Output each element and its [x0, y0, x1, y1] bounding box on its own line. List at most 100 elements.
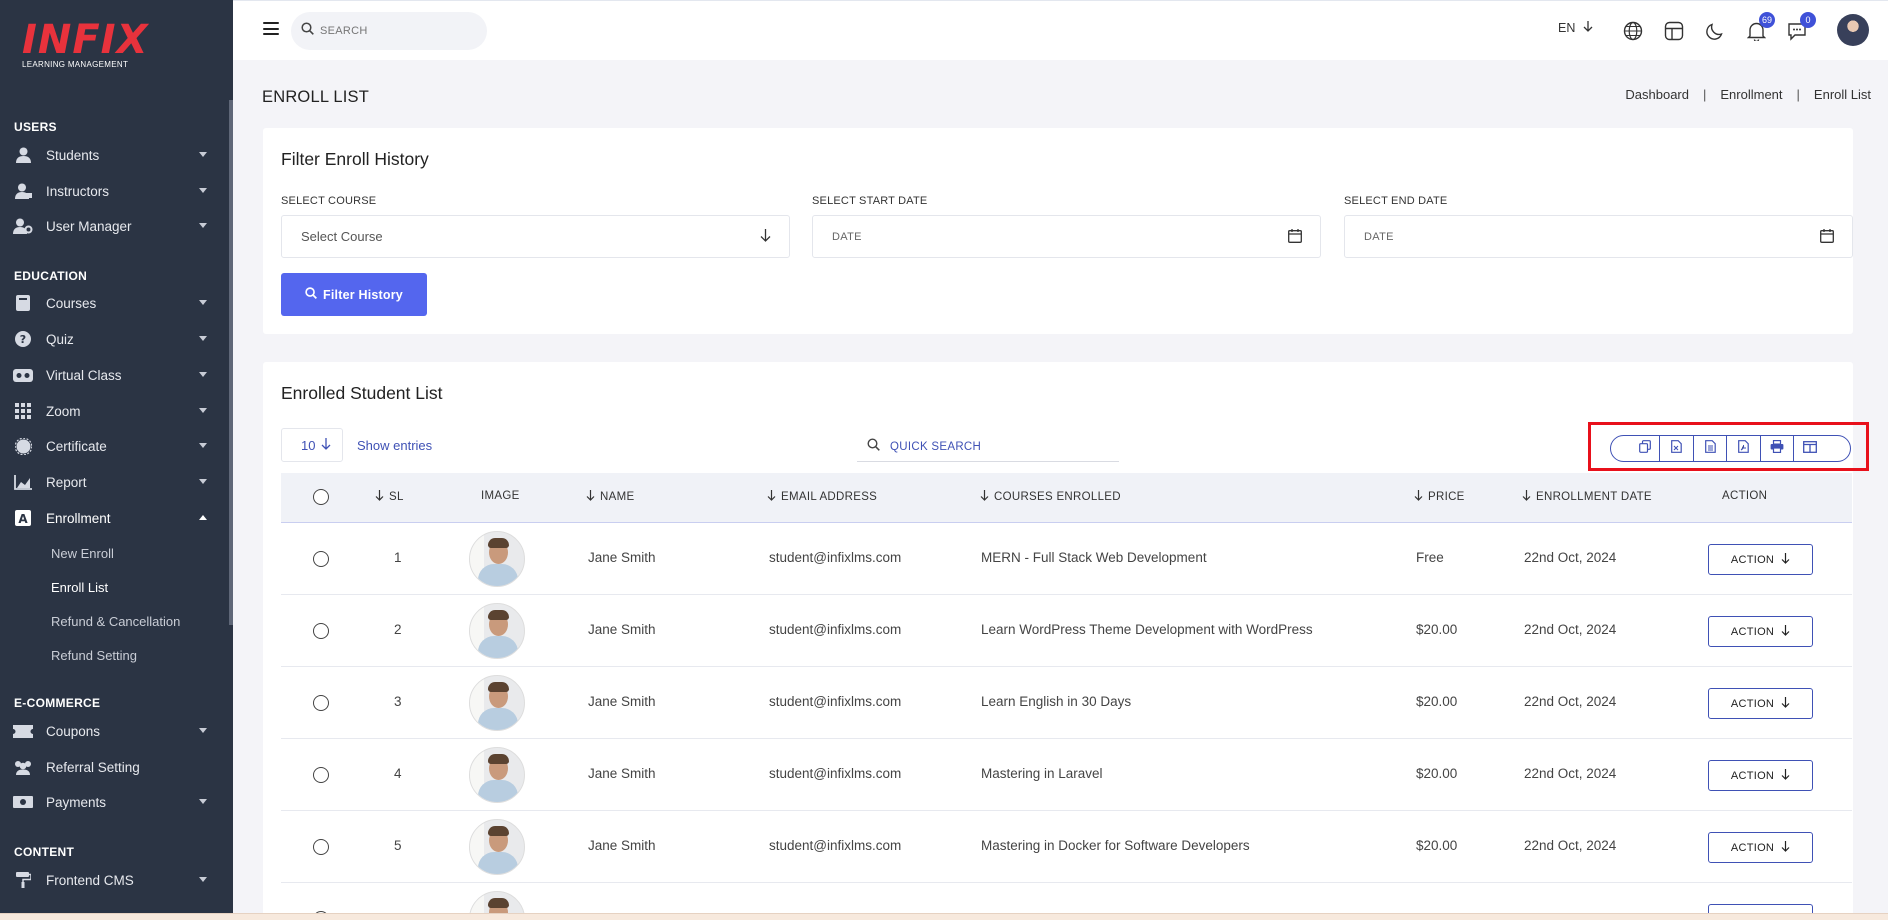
column-email[interactable]: EMAIL ADDRESS [767, 490, 877, 504]
end-date-field[interactable]: DATE [1344, 215, 1853, 258]
breadcrumb-enrollment[interactable]: Enrollment [1720, 87, 1782, 102]
print-button[interactable] [1761, 436, 1795, 461]
column-name[interactable]: NAME [586, 490, 634, 504]
start-date-field[interactable]: DATE [812, 215, 1321, 258]
sidebar-item-quiz[interactable]: ? Quiz [0, 324, 229, 354]
file-pdf-icon [1738, 439, 1749, 458]
filter-history-button[interactable]: Filter History [281, 273, 427, 316]
filter-history-label: Filter History [323, 287, 403, 302]
book-icon [13, 295, 33, 311]
menu-toggle-icon[interactable] [263, 22, 279, 35]
layout-icon[interactable] [1663, 20, 1685, 42]
row-email: student@infixlms.com [769, 550, 902, 565]
row-date: 22nd Oct, 2024 [1524, 766, 1617, 781]
breadcrumb-dashboard[interactable]: Dashboard [1625, 87, 1689, 102]
column-enrollment-date[interactable]: ENROLLMENT DATE [1522, 490, 1652, 504]
excel-button[interactable] [1660, 436, 1694, 461]
sidebar-item-label: Enrollment [46, 510, 111, 526]
chevron-down-icon [199, 223, 207, 228]
column-sl[interactable]: SL [375, 490, 404, 504]
column-image: IMAGE [481, 490, 520, 502]
sidebar-item-referral-setting[interactable]: Referral Setting [0, 752, 229, 782]
pdf-button[interactable] [1727, 436, 1761, 461]
sidebar-scrollbar[interactable] [229, 100, 233, 625]
row-select-radio[interactable] [313, 839, 329, 855]
column-courses[interactable]: COURSES ENROLLED [980, 490, 1121, 504]
row-date: 22nd Oct, 2024 [1524, 550, 1617, 565]
student-avatar [469, 603, 525, 659]
logo[interactable]: INFIX LEARNING MANAGEMENT [22, 18, 148, 69]
calendar-icon[interactable] [1820, 229, 1834, 246]
action-button[interactable]: ACTION [1708, 760, 1813, 791]
column-visibility-button[interactable] [1794, 436, 1850, 461]
sidebar-item-coupons[interactable]: Coupons [0, 716, 229, 746]
language-selector[interactable]: EN [1558, 21, 1593, 35]
users-icon [13, 759, 33, 775]
end-date-label: SELECT END DATE [1344, 195, 1448, 207]
row-date: 22nd Oct, 2024 [1524, 622, 1617, 637]
column-label: PRICE [1428, 491, 1465, 503]
section-ecommerce: E-COMMERCE [14, 696, 101, 710]
student-avatar [469, 891, 525, 913]
row-price: $20.00 [1416, 694, 1458, 709]
end-date-placeholder: DATE [1364, 230, 1394, 243]
action-button[interactable] [1708, 904, 1813, 913]
sidebar-item-report[interactable]: Report [0, 467, 229, 497]
sidebar-item-students[interactable]: Students [0, 140, 229, 170]
entries-select[interactable]: 10 [281, 428, 343, 462]
bottom-strip [0, 913, 1888, 920]
row-select-radio[interactable] [313, 551, 329, 567]
breadcrumb-separator: | [1703, 87, 1707, 102]
course-select[interactable]: Select Course [281, 215, 790, 258]
enrolled-list-title: Enrolled Student List [281, 383, 443, 403]
breadcrumb-enroll-list[interactable]: Enroll List [1814, 87, 1871, 102]
action-button[interactable]: ACTION [1708, 616, 1813, 647]
bell-icon[interactable]: 69 [1745, 12, 1775, 42]
action-button[interactable]: ACTION [1708, 544, 1813, 575]
globe-icon[interactable] [1622, 20, 1644, 42]
row-name: Jane Smith [588, 838, 656, 853]
row-select-radio[interactable] [313, 623, 329, 639]
select-all-radio[interactable] [313, 489, 329, 505]
sidebar-item-virtual-class[interactable]: Virtual Class [0, 360, 229, 390]
row-name: Jane Smith [588, 694, 656, 709]
student-avatar [469, 819, 525, 875]
row-select-radio[interactable] [313, 767, 329, 783]
arrow-down-icon [1414, 490, 1423, 504]
action-label: ACTION [1730, 769, 1775, 782]
search-input[interactable] [320, 25, 470, 37]
csv-button[interactable] [1694, 436, 1728, 461]
action-button[interactable]: ACTION [1708, 688, 1813, 719]
student-avatar [469, 747, 525, 803]
sidebar-item-label: Courses [46, 295, 97, 311]
sidebar-item-instructors[interactable]: Instructors [0, 176, 229, 206]
sidebar-item-frontend-cms[interactable]: Frontend CMS [0, 865, 229, 895]
row-select-radio[interactable] [313, 695, 329, 711]
action-button[interactable]: ACTION [1708, 832, 1813, 863]
sidebar-item-courses[interactable]: Courses [0, 288, 229, 318]
calendar-icon[interactable] [1288, 229, 1302, 246]
moon-icon[interactable] [1704, 20, 1726, 42]
global-search[interactable] [291, 12, 487, 50]
chart-area-icon [13, 474, 33, 490]
user-avatar[interactable] [1837, 14, 1869, 46]
sidebar-subitem-new-enroll[interactable]: New Enroll [51, 546, 114, 561]
sidebar-item-certificate[interactable]: Certificate [0, 431, 229, 461]
quick-search-input[interactable] [890, 440, 1090, 453]
chat-icon[interactable]: 0 [1786, 12, 1816, 42]
sidebar-item-label: Virtual Class [46, 367, 122, 383]
copy-button[interactable] [1611, 436, 1661, 461]
sidebar-item-enrollment[interactable]: A Enrollment [0, 503, 229, 533]
sidebar-subitem-refund-setting[interactable]: Refund Setting [51, 648, 137, 663]
sidebar-item-zoom[interactable]: Zoom [0, 396, 229, 426]
column-price[interactable]: PRICE [1414, 490, 1465, 504]
sidebar-item-payments[interactable]: Payments [0, 787, 229, 817]
sidebar-item-user-manager[interactable]: User Manager [0, 211, 229, 241]
sidebar-subitem-refund-cancellation[interactable]: Refund & Cancellation [51, 614, 180, 629]
file-csv-icon [1704, 439, 1716, 458]
search-icon [305, 287, 318, 302]
table-row: 1 Jane Smith student@infixlms.com MERN -… [281, 523, 1852, 595]
row-sl: 4 [394, 766, 402, 781]
quick-search[interactable] [857, 432, 1119, 462]
sidebar-subitem-enroll-list[interactable]: Enroll List [51, 580, 108, 595]
